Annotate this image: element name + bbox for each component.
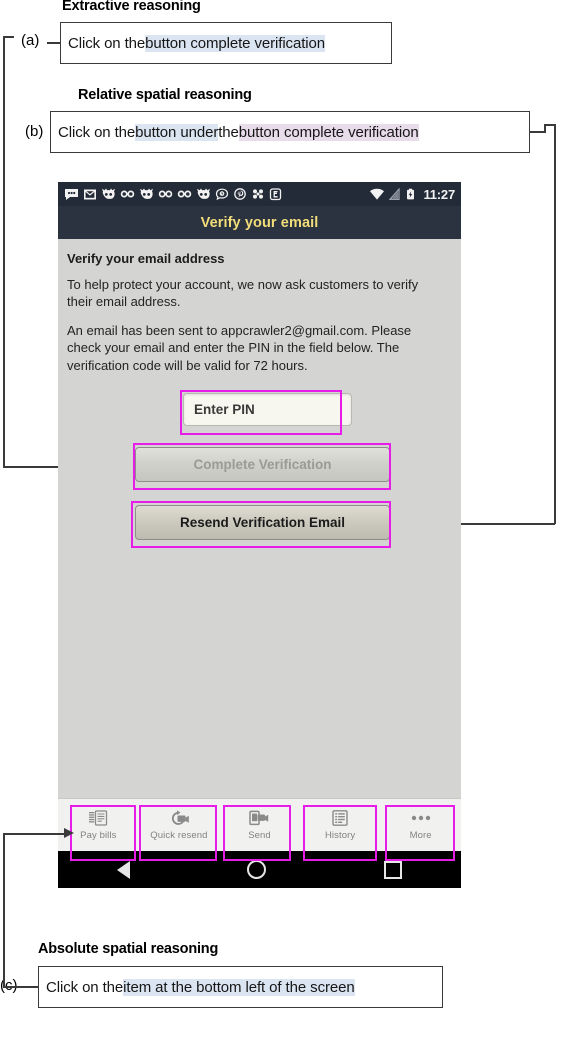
tab-send[interactable]: Send (219, 799, 300, 851)
tab-label-pay-bills: Pay bills (80, 830, 117, 841)
complete-verification-label: Complete Verification (193, 457, 332, 472)
phone-screenshot: 11:27 Verify your email Verify your emai… (58, 182, 461, 888)
resend-verification-label: Resend Verification Email (179, 515, 346, 530)
circle-home-icon[interactable] (247, 860, 267, 879)
panel-c-arrowhead (64, 828, 74, 838)
pin-input[interactable]: Enter PIN (183, 393, 352, 426)
ninety-icon (177, 188, 192, 201)
content-paragraph-1: To help protect your account, we now ask… (67, 277, 419, 310)
complete-verification-button[interactable]: Complete Verification (135, 447, 390, 482)
e-badge-icon (269, 187, 282, 201)
square-recents-icon[interactable] (384, 860, 403, 879)
app-title: Verify your email (200, 214, 319, 231)
signal-icon (389, 187, 401, 201)
triangle-back-icon[interactable] (116, 860, 130, 879)
panel-b-heading: Relative spatial reasoning (78, 87, 252, 103)
panel-b-prefix: Click on the (58, 123, 136, 141)
tab-label-send: Send (248, 830, 271, 841)
more-dots-icon (409, 809, 433, 827)
app-title-bar: Verify your email (58, 206, 461, 239)
history-icon (331, 809, 349, 827)
panel-b-highlight-anchor: button complete verification (238, 123, 419, 141)
panel-b-leader-seg4 (554, 124, 556, 524)
ninety-icon (120, 188, 135, 201)
ninety-icon (158, 188, 173, 201)
battery-charging-icon (405, 188, 416, 201)
panel-a-heading: Extractive reasoning (62, 0, 201, 14)
pin-input-value: Enter PIN (194, 402, 255, 417)
content-paragraph-2: An email has been sent to appcrawler2@gm… (67, 323, 412, 373)
tab-label-quick-resend: Quick resend (150, 830, 208, 841)
panel-a-tick (47, 42, 60, 44)
panel-b-tag: (b) (25, 123, 44, 140)
tab-pay-bills[interactable]: Pay bills (58, 799, 139, 851)
cat-face-icon (101, 188, 116, 201)
panel-c-instruction-box: Click on the item at the bottom left of … (38, 966, 443, 1008)
content-heading: Verify your email address (67, 251, 225, 266)
panel-c-highlight-target: item at the bottom left of the screen (123, 978, 355, 996)
status-bar-clock: 11:27 (423, 186, 455, 202)
android-status-bar: 11:27 (58, 182, 461, 206)
cat-face-icon (196, 188, 211, 201)
send-icon (249, 809, 269, 827)
pinterest-icon (233, 187, 247, 201)
bottom-tab-bar: Pay bills Quick resend Send History More (58, 798, 461, 851)
mail-envelope-icon (83, 188, 97, 201)
share-clover-icon (251, 188, 265, 201)
panel-b-highlight-relation: button under (135, 123, 219, 141)
resend-verification-email-button[interactable]: Resend Verification Email (135, 505, 390, 540)
panel-a-instruction-box: Click on the button complete verificatio… (60, 22, 392, 64)
panel-c-leader-horizontal (3, 833, 65, 835)
panel-c-heading: Absolute spatial reasoning (38, 941, 219, 957)
panel-c-prefix: Click on the (46, 978, 124, 996)
panel-b-mid: the (218, 123, 239, 141)
android-nav-bar (58, 851, 461, 888)
panel-a-leader-vertical (3, 36, 5, 467)
app-content: Verify your email address To help protec… (58, 239, 461, 888)
panel-c-leader-bottom (3, 986, 25, 988)
tab-history[interactable]: History (300, 799, 381, 851)
tab-label-more: More (409, 830, 432, 841)
cat-face-icon (139, 188, 154, 201)
panel-c-leader-vertical (3, 833, 5, 986)
quick-resend-icon (168, 809, 190, 827)
tab-label-history: History (324, 830, 356, 841)
panel-a-tag: (a) (21, 32, 40, 49)
panel-b-instruction-box: Click on the button under the button com… (50, 111, 530, 153)
panel-a-highlight-target: button complete verification (145, 34, 325, 52)
chat-clock-icon (215, 188, 229, 201)
pay-bills-icon (88, 809, 108, 827)
panel-c-tick (25, 986, 38, 988)
wifi-icon (369, 188, 385, 201)
tab-quick-resend[interactable]: Quick resend (139, 799, 220, 851)
panel-a-bracket-top (3, 36, 14, 38)
tab-more[interactable]: More (380, 799, 461, 851)
messages-dots-icon (64, 188, 79, 201)
panel-a-prefix: Click on the (68, 34, 146, 52)
